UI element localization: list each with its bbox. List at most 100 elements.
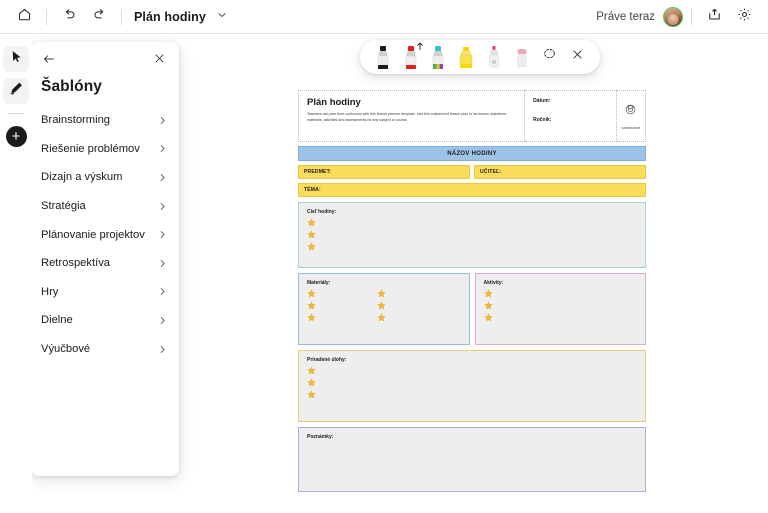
star-icon (377, 301, 386, 310)
category-label: Riešenie problémov (41, 142, 140, 155)
category-label: Retrospektíva (41, 257, 111, 270)
field-subject[interactable]: PREDMET: (298, 165, 470, 179)
category-item-brainstorming[interactable]: Brainstorming (31, 106, 179, 135)
category-item-workshops[interactable]: Dielne (31, 306, 179, 335)
chevron-right-icon (157, 286, 168, 297)
section-notes[interactable]: Poznámky: (298, 427, 646, 492)
template-category-list: Brainstorming Riešenie problémov Dizajn … (31, 100, 179, 363)
top-toolbar-right: Práve teraz (596, 3, 768, 31)
category-label: Dizajn a výskum (41, 171, 123, 184)
document-title[interactable]: Plán hodiny (130, 10, 210, 24)
category-item-strategy[interactable]: Stratégia (31, 192, 179, 221)
category-item-problem-solving[interactable]: Riešenie problémov (31, 135, 179, 164)
panel-back-button[interactable] (40, 52, 58, 70)
chevron-right-icon (157, 201, 168, 212)
section-goal[interactable]: Cieľ hodiny: (298, 202, 646, 268)
template-category-badge[interactable]: vzdelávanie (616, 90, 646, 142)
chevron-right-icon (157, 115, 168, 126)
section-materials-label: Materiály: (307, 280, 331, 286)
divider (121, 8, 122, 25)
avatar[interactable] (663, 6, 683, 27)
category-item-project-planning[interactable]: Plánovanie projektov (31, 220, 179, 249)
gear-icon (737, 7, 752, 27)
pen-tool-button[interactable] (3, 78, 29, 104)
pen-yellow-highlighter[interactable] (453, 42, 479, 72)
templates-panel-header (31, 42, 179, 72)
field-teacher[interactable]: UČITEĽ: (474, 165, 646, 179)
home-icon (17, 7, 32, 27)
chevron-right-icon (157, 344, 168, 355)
top-toolbar: Plán hodiny Práve teraz (0, 0, 768, 34)
section-notes-label: Poznámky: (307, 434, 334, 440)
panel-close-button[interactable] (150, 52, 168, 70)
pen-gray-pen[interactable] (481, 42, 507, 72)
field-theme[interactable]: TÉMA: (298, 183, 646, 197)
category-label: Hry (41, 285, 59, 298)
top-toolbar-left: Plán hodiny (0, 3, 232, 31)
select-tool-button[interactable] (3, 46, 29, 72)
section-goal-label: Cieľ hodiny: (307, 209, 337, 215)
pen-toolbar-close-button[interactable] (564, 44, 590, 70)
goal-star-list (307, 218, 637, 251)
subject-teacher-row: PREDMET: UČITEĽ: (298, 165, 646, 179)
star-icon (483, 301, 493, 310)
star-icon (307, 289, 316, 298)
category-item-retrospective[interactable]: Retrospektíva (31, 249, 179, 278)
section-activities-label: Aktivity: (483, 280, 504, 286)
star-icon (307, 313, 316, 322)
star-icon (307, 390, 316, 399)
badge-label: vzdelávanie (621, 125, 641, 130)
pen-rainbow-marker[interactable] (426, 42, 452, 72)
category-label: Stratégia (41, 200, 86, 213)
template-intro-card[interactable]: Plán hodiny Teachers can plan their curr… (298, 90, 526, 142)
template-title: Plán hodiny (307, 97, 361, 108)
undo-icon (62, 7, 77, 27)
star-icon (483, 313, 493, 322)
materials-star-list (307, 289, 461, 322)
add-content-button[interactable]: + (3, 123, 29, 149)
share-icon (707, 7, 722, 27)
category-label: Dielne (41, 314, 73, 327)
divider (8, 113, 24, 114)
chevron-right-icon (157, 229, 168, 240)
pen-toolbar (360, 40, 600, 74)
star-icon (307, 218, 316, 227)
lesson-title-banner[interactable]: NÁZOV HODINY (298, 146, 646, 161)
lasso-select-button[interactable] (537, 44, 563, 70)
category-item-design-research[interactable]: Dizajn a výskum (31, 163, 179, 192)
field-date-label: Dátum: (533, 98, 551, 104)
redo-button[interactable] (85, 3, 113, 31)
materials-activities-row: Materiály: Aktivity: (298, 273, 646, 345)
divider (691, 8, 692, 25)
category-label: Brainstorming (41, 114, 111, 127)
undo-button[interactable] (55, 3, 83, 31)
share-button[interactable] (700, 3, 728, 31)
home-button[interactable] (10, 3, 38, 31)
back-arrow-icon (42, 52, 56, 71)
pen-eraser[interactable] (509, 42, 535, 72)
pen-black-marker[interactable] (370, 42, 396, 72)
lesson-plan-template[interactable]: Plán hodiny Teachers can plan their curr… (298, 90, 646, 492)
section-activities[interactable]: Aktivity: (474, 273, 646, 345)
star-icon (483, 289, 493, 298)
category-item-educational[interactable]: Výučbové (31, 335, 179, 364)
star-icon (307, 242, 316, 251)
lasso-select-icon (542, 47, 557, 67)
pen-red-marker[interactable] (398, 42, 424, 72)
divider (46, 8, 47, 25)
category-item-games[interactable]: Hry (31, 278, 179, 307)
category-label: Výučbové (41, 343, 91, 356)
chevron-right-icon (157, 258, 168, 269)
section-materials[interactable]: Materiály: (298, 273, 470, 345)
template-description: Teachers can plan their curriculum with … (307, 112, 507, 122)
star-icon (377, 289, 386, 298)
star-icon (307, 378, 316, 387)
settings-button[interactable] (730, 3, 758, 31)
pen-icon (9, 81, 24, 101)
education-icon (624, 103, 637, 121)
template-meta-fields[interactable]: Dátum: Ročník: (525, 90, 617, 142)
section-assigned-tasks[interactable]: Priradené úlohy: (298, 350, 646, 422)
template-header-row: Plán hodiny Teachers can plan their curr… (298, 90, 646, 142)
save-status: Práve teraz (596, 10, 655, 23)
document-title-dropdown[interactable] (212, 6, 232, 28)
